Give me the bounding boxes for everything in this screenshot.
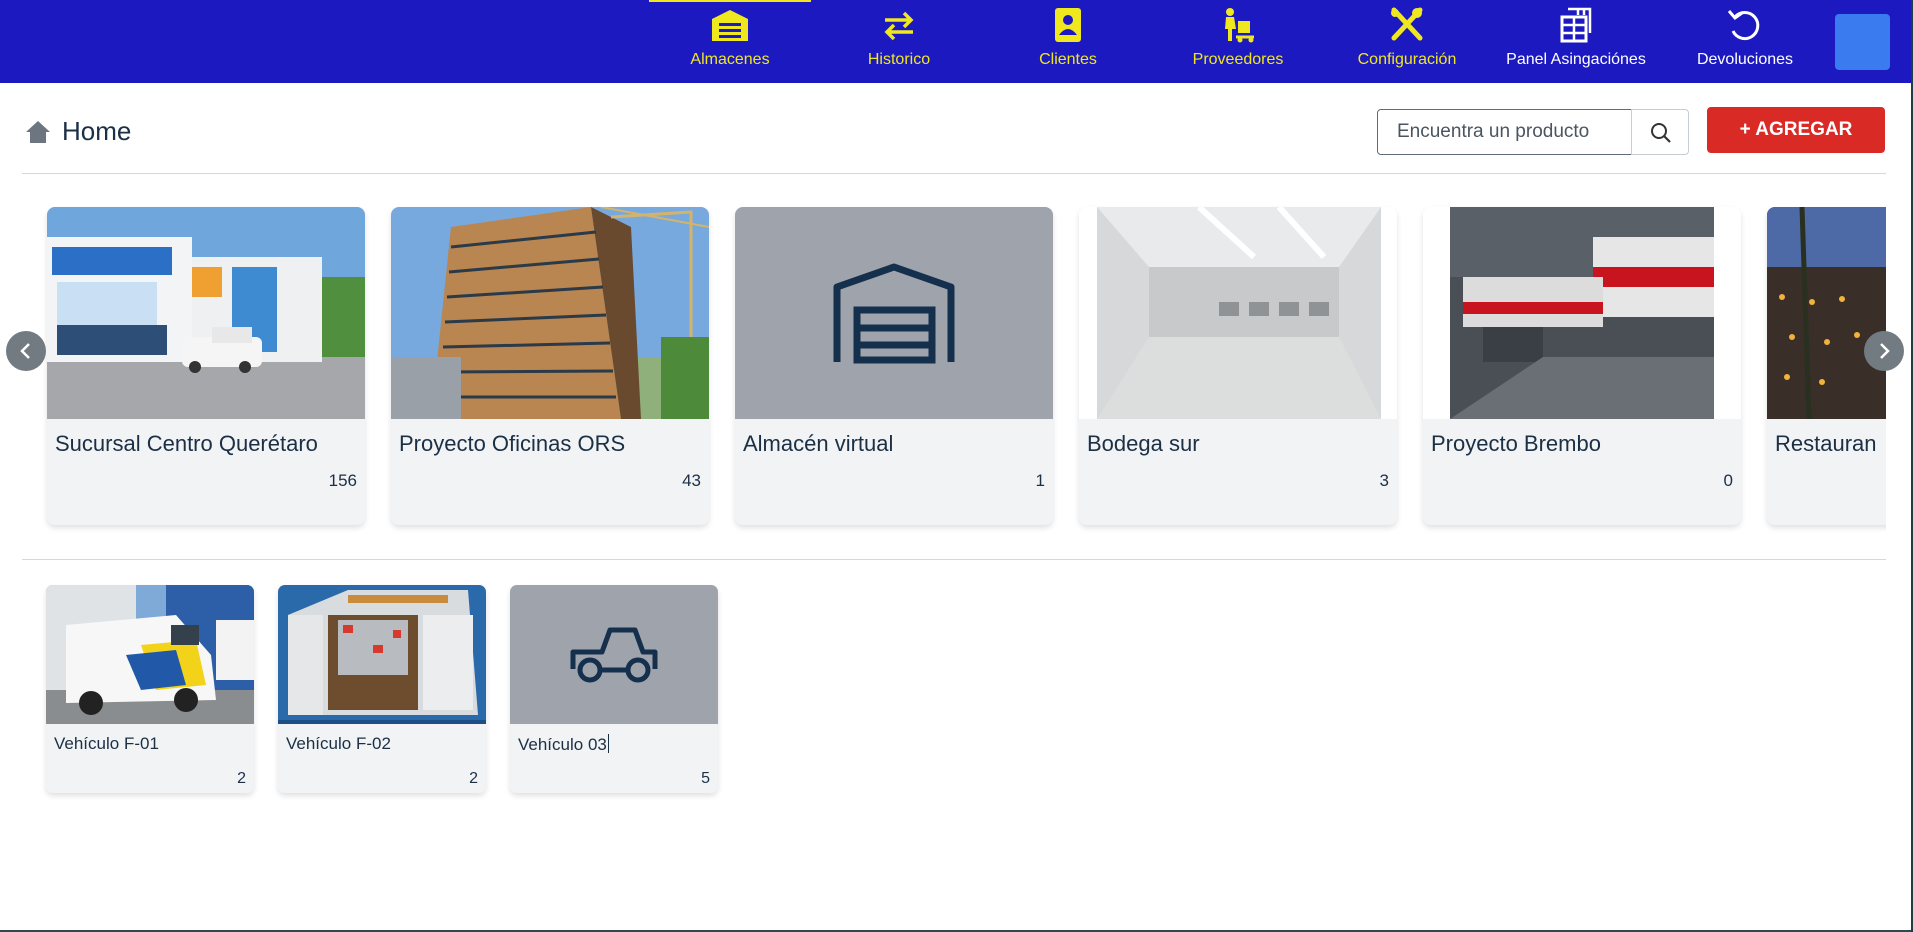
nav-label: Configuración xyxy=(1357,51,1457,68)
garage-icon xyxy=(710,7,750,43)
warehouse-count: 0 xyxy=(1723,471,1733,490)
tools-icon xyxy=(1387,7,1427,43)
nav-label: Clientes xyxy=(1039,51,1097,68)
nav-proveedores[interactable]: Proveedores xyxy=(1157,0,1319,83)
vehicle-card[interactable]: Vehículo F-02 2 xyxy=(278,585,486,793)
warehouse-carousel: Sucursal Centro Querétaro 156 Proyecto O… xyxy=(22,195,1886,545)
warehouse-card[interactable]: Bodega sur 3 xyxy=(1079,207,1397,525)
warehouse-card[interactable]: Proyecto Brembo 0 xyxy=(1423,207,1741,525)
transfer-arrows-icon xyxy=(879,7,919,43)
vehicle-count: 2 xyxy=(469,770,478,787)
undo-arrow-icon xyxy=(1725,7,1765,43)
search-icon xyxy=(1651,123,1671,143)
carousel-prev-button[interactable] xyxy=(6,331,46,371)
nav-panel-asignaciones[interactable]: Panel Asingaciónes xyxy=(1495,0,1657,83)
vehicle-name-editing[interactable]: Vehículo 03 xyxy=(518,734,609,755)
page-title: Home xyxy=(62,116,132,146)
warehouse-card[interactable]: Almacén virtual 1 xyxy=(735,207,1053,525)
nav-label: Proveedores xyxy=(1192,51,1284,68)
empty-warehouse-photo xyxy=(1079,207,1397,419)
nav-devoluciones[interactable]: Devoluciones xyxy=(1664,0,1826,83)
warehouse-name: Bodega sur xyxy=(1087,431,1200,456)
white-van-photo xyxy=(46,585,254,724)
text-cursor xyxy=(607,734,609,753)
nav-clientes[interactable]: Clientes xyxy=(987,0,1149,83)
factory-photo xyxy=(1423,207,1741,419)
vehicle-name: Vehículo F-02 xyxy=(286,734,391,753)
search-button[interactable] xyxy=(1631,109,1689,155)
search-input[interactable] xyxy=(1377,109,1632,155)
plus-icon: + xyxy=(1739,119,1751,140)
divider xyxy=(22,559,1886,560)
warehouse-card[interactable]: Proyecto Oficinas ORS 43 xyxy=(391,207,709,525)
chevron-right-icon xyxy=(1880,343,1890,359)
van-interior-photo xyxy=(278,585,486,724)
nav-label: Historico xyxy=(867,51,931,68)
warehouse-count: 1 xyxy=(1035,471,1045,490)
warehouse-name: Almacén virtual xyxy=(743,431,894,456)
add-button-label: AGREGAR xyxy=(1755,119,1853,140)
restaurant-night-photo xyxy=(1767,207,1886,419)
carousel-next-button[interactable] xyxy=(1864,331,1904,371)
app-window: Almacenes Historico Clientes Proveedores… xyxy=(0,0,1911,930)
warehouse-count: 156 xyxy=(328,471,357,490)
vehicle-count: 5 xyxy=(701,770,710,787)
nav-configuracion[interactable]: Configuración xyxy=(1326,0,1488,83)
car-icon xyxy=(510,585,718,724)
add-button[interactable]: + AGREGAR xyxy=(1707,107,1885,153)
contact-book-icon xyxy=(1048,7,1088,43)
nav-historico[interactable]: Historico xyxy=(818,0,980,83)
top-navigation: Almacenes Historico Clientes Proveedores… xyxy=(0,0,1911,83)
warehouse-name: Proyecto Oficinas ORS xyxy=(399,431,626,456)
home-icon xyxy=(25,119,51,145)
warehouse-name: Proyecto Brembo xyxy=(1431,431,1601,456)
vehicle-count: 2 xyxy=(237,770,246,787)
vehicle-name: Vehículo F-01 xyxy=(54,734,159,753)
vehicle-name: Vehículo 03 xyxy=(518,735,607,754)
supplier-dolly-icon xyxy=(1218,7,1258,43)
vehicle-card[interactable]: Vehículo F-01 2 xyxy=(46,585,254,793)
shelf-panel-icon xyxy=(1556,7,1596,43)
garage-icon xyxy=(735,207,1053,419)
warehouse-card[interactable]: Restauran xyxy=(1767,207,1886,525)
nav-label: Panel Asingaciónes xyxy=(1506,51,1646,68)
vehicle-card[interactable]: Vehículo 03 5 xyxy=(510,585,718,793)
warehouse-name: Restauran xyxy=(1775,431,1877,456)
divider xyxy=(22,173,1886,174)
nav-label: Devoluciones xyxy=(1696,51,1794,68)
warehouse-count: 3 xyxy=(1379,471,1389,490)
building-construction-photo xyxy=(391,207,709,419)
nav-label: Almacenes xyxy=(690,51,770,68)
chevron-left-icon xyxy=(20,343,30,359)
avatar[interactable] xyxy=(1835,14,1890,70)
nav-almacenes[interactable]: Almacenes xyxy=(649,0,811,83)
warehouse-count: 43 xyxy=(682,471,701,490)
warehouse-card[interactable]: Sucursal Centro Querétaro 156 xyxy=(47,207,365,525)
storefront-photo xyxy=(47,207,365,419)
warehouse-name: Sucursal Centro Querétaro xyxy=(55,431,318,456)
